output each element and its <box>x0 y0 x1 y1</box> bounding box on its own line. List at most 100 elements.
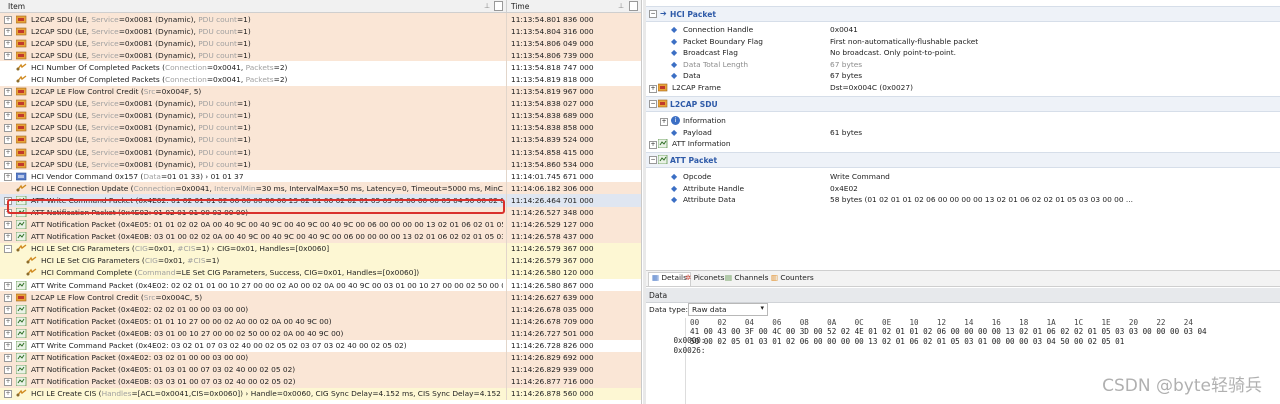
expand-icon[interactable]: + <box>4 27 12 36</box>
tree-row-hci-field[interactable]: ◆ Connection Handle 0x0041 <box>646 25 1280 36</box>
collapse-icon[interactable]: − <box>649 156 657 164</box>
summary-text: HCI LE Set CIG Parameters ( <box>31 244 135 254</box>
data-type-select[interactable]: Raw data ▾ <box>688 303 768 316</box>
expand-icon[interactable]: + <box>4 148 12 157</box>
packet-row[interactable]: + ATT Notification Packet (0x4E02: 03 02 … <box>0 351 641 364</box>
packet-row[interactable]: − HCI LE Set CIG Parameters (CIG=0x01, #C… <box>0 242 641 255</box>
piconets-icon: ✲ <box>685 273 692 282</box>
tree-row-att-field[interactable]: ◆ Attribute Handle 0x4E02 <box>646 184 1280 195</box>
filter-icon[interactable] <box>629 1 638 11</box>
packet-row[interactable]: + L2CAP SDU (LE, Service=0x0081 (Dynamic)… <box>0 133 641 147</box>
tree-row-hci-field[interactable]: ◆ Data 67 bytes <box>646 71 1280 82</box>
packet-row[interactable]: HCI LE Set CIG Parameters (CIG=0x01, #CI… <box>0 254 641 267</box>
tree-row-payload[interactable]: ◆ Payload 61 bytes <box>646 128 1280 139</box>
collapse-icon[interactable]: − <box>649 10 657 18</box>
expand-icon[interactable]: + <box>4 305 12 314</box>
collapse-icon[interactable]: − <box>4 245 12 254</box>
expand-icon[interactable]: + <box>4 281 12 290</box>
tree-row-hci-field[interactable]: ◆ Data Total Length 67 bytes <box>646 60 1280 71</box>
arrow-right-icon: ➔ <box>660 9 667 18</box>
column-header-item[interactable]: Item <box>8 2 25 11</box>
tree-row-hci-field[interactable]: ◆ Packet Boundary Flag First non-automatic… <box>646 37 1280 48</box>
tree-row-att-field[interactable]: ◆ Opcode Write Command <box>646 172 1280 183</box>
expand-icon[interactable]: + <box>4 39 12 48</box>
expand-icon[interactable]: + <box>4 390 12 399</box>
tree-row-information[interactable]: + i Information <box>646 116 1280 127</box>
filter-icon[interactable] <box>494 1 503 11</box>
att-icon <box>15 231 27 242</box>
expand-icon[interactable]: + <box>4 354 12 363</box>
field-name: Service <box>91 38 119 48</box>
packet-row[interactable]: + ATT Notification Packet (0x4E0B: 03 01 … <box>0 327 641 340</box>
packet-row[interactable]: HCI LE Connection Update (Connection=0x0… <box>0 182 641 195</box>
expand-icon[interactable]: + <box>4 88 12 97</box>
packet-summary: ATT Notification Packet (0x4E0B: 03 01 0… <box>31 329 503 338</box>
tree-row-att-information[interactable]: + ATT Information <box>646 138 1280 150</box>
section-att-packet[interactable]: − ATT Packet <box>646 152 1280 168</box>
expand-icon[interactable]: + <box>4 378 12 387</box>
packet-summary: ATT Notification Packet (0x4E05: 01 03 0… <box>31 365 503 374</box>
expand-icon[interactable]: + <box>4 51 12 60</box>
expand-icon[interactable]: + <box>649 141 657 149</box>
column-separator <box>506 315 507 328</box>
packet-time: 11:14:01.745 671 000 <box>511 171 594 181</box>
tree-row-att-field[interactable]: ◆ Attribute Data 58 bytes (01 02 01 01 02 … <box>646 195 1280 206</box>
packet-row[interactable]: + ATT Notification Packet (0x4E02: 02 02 … <box>0 303 641 316</box>
packet-row[interactable]: + L2CAP SDU (LE, Service=0x0081 (Dynamic)… <box>0 121 641 134</box>
packet-row[interactable]: + L2CAP LE Flow Control Credit (Src=0x004… <box>0 85 641 98</box>
packet-row[interactable]: + L2CAP SDU (LE, Service=0x0081 (Dynamic)… <box>0 158 641 171</box>
expand-icon[interactable]: + <box>4 329 12 338</box>
expand-icon[interactable]: + <box>4 366 12 375</box>
packet-row[interactable]: + ATT Write Command Packet (0x4E02: 03 02… <box>0 339 641 352</box>
tab-counters[interactable]: ▥ Counters <box>768 273 817 284</box>
expand-icon[interactable]: + <box>4 221 12 230</box>
packet-row[interactable]: HCI Command Complete (Command=LE Set CIG… <box>0 266 641 280</box>
field-name: Handles <box>101 389 132 399</box>
section-hci-packet[interactable]: − ➔ HCI Packet <box>646 6 1280 22</box>
column-header-time[interactable]: Time <box>511 2 529 11</box>
expand-icon[interactable]: + <box>4 293 12 302</box>
packet-row[interactable]: + HCI LE Create CIS (Handles=[ACL=0x0041,… <box>0 387 641 400</box>
packet-row[interactable]: + L2CAP LE Flow Control Credit (Src=0x004… <box>0 291 641 304</box>
expand-icon[interactable]: + <box>4 15 12 24</box>
packet-row[interactable]: + L2CAP SDU (LE, Service=0x0081 (Dynamic)… <box>0 146 641 159</box>
pin-icon[interactable]: ⊥ <box>484 2 490 10</box>
section-l2cap-sdu[interactable]: − L2CAP SDU <box>646 96 1280 112</box>
tree-row-hci-field[interactable]: ◆ Broadcast Flag No broadcast. Only point-… <box>646 48 1280 59</box>
tab-piconets[interactable]: ✲ Piconets <box>682 273 727 284</box>
expand-icon[interactable]: + <box>4 160 12 169</box>
expand-icon[interactable]: + <box>4 124 12 133</box>
expand-icon[interactable]: + <box>4 233 12 242</box>
expand-icon[interactable]: + <box>4 317 12 326</box>
packet-row[interactable]: + L2CAP SDU (LE, Service=0x0081 (Dynamic)… <box>0 49 641 62</box>
packet-row[interactable]: + ATT Notification Packet (0x4E05: 01 01 … <box>0 218 641 231</box>
packet-row[interactable]: + ATT Write Command Packet (0x4E02: 02 02… <box>0 279 641 292</box>
expand-icon[interactable]: + <box>660 118 668 126</box>
expand-icon[interactable]: + <box>4 112 12 121</box>
packet-row[interactable]: + ATT Notification Packet (0x4E05: 01 03 … <box>0 363 641 376</box>
packet-time: 11:13:54.806 049 000 <box>511 38 594 48</box>
packet-row[interactable]: + L2CAP SDU (LE, Service=0x0081 (Dynamic)… <box>0 13 641 26</box>
packet-row[interactable]: + ATT Notification Packet (0x4E0B: 03 01 … <box>0 230 641 243</box>
expand-icon[interactable]: + <box>4 172 12 181</box>
packet-row[interactable]: + ATT Notification Packet (0x4E0B: 03 03 … <box>0 375 641 388</box>
collapse-icon[interactable]: − <box>649 100 657 108</box>
packet-row[interactable]: HCI Number Of Completed Packets (Connect… <box>0 61 641 74</box>
packet-row[interactable]: + L2CAP SDU (LE, Service=0x0081 (Dynamic)… <box>0 109 641 122</box>
tree-value: 0x0041 <box>830 25 858 34</box>
column-separator[interactable] <box>506 0 507 12</box>
expand-icon[interactable]: + <box>4 100 12 109</box>
packet-row[interactable]: HCI Number Of Completed Packets (Connect… <box>0 73 641 86</box>
packet-row[interactable]: + ATT Notification Packet (0x4E05: 01 01 … <box>0 315 641 328</box>
packet-row[interactable]: + L2CAP SDU (LE, Service=0x0081 (Dynamic)… <box>0 37 641 50</box>
expand-icon[interactable]: + <box>4 136 12 145</box>
packet-row[interactable]: + L2CAP SDU (LE, Service=0x0081 (Dynamic)… <box>0 25 641 38</box>
packet-row[interactable]: + L2CAP SDU (LE, Service=0x0081 (Dynamic)… <box>0 97 641 110</box>
expand-icon[interactable]: + <box>4 342 12 351</box>
field-name: CIG <box>134 244 148 254</box>
packet-row[interactable]: + HCI Vendor Command 0x157 (Data=01 01 33… <box>0 170 641 183</box>
expand-icon[interactable]: + <box>649 85 657 93</box>
tree-row-l2cap-frame[interactable]: + L2CAP Frame Dst=0x004C (0x0027) <box>646 83 1280 94</box>
pin-icon[interactable]: ⊥ <box>618 2 624 10</box>
tab-channels[interactable]: ▤ Channels <box>722 273 772 284</box>
